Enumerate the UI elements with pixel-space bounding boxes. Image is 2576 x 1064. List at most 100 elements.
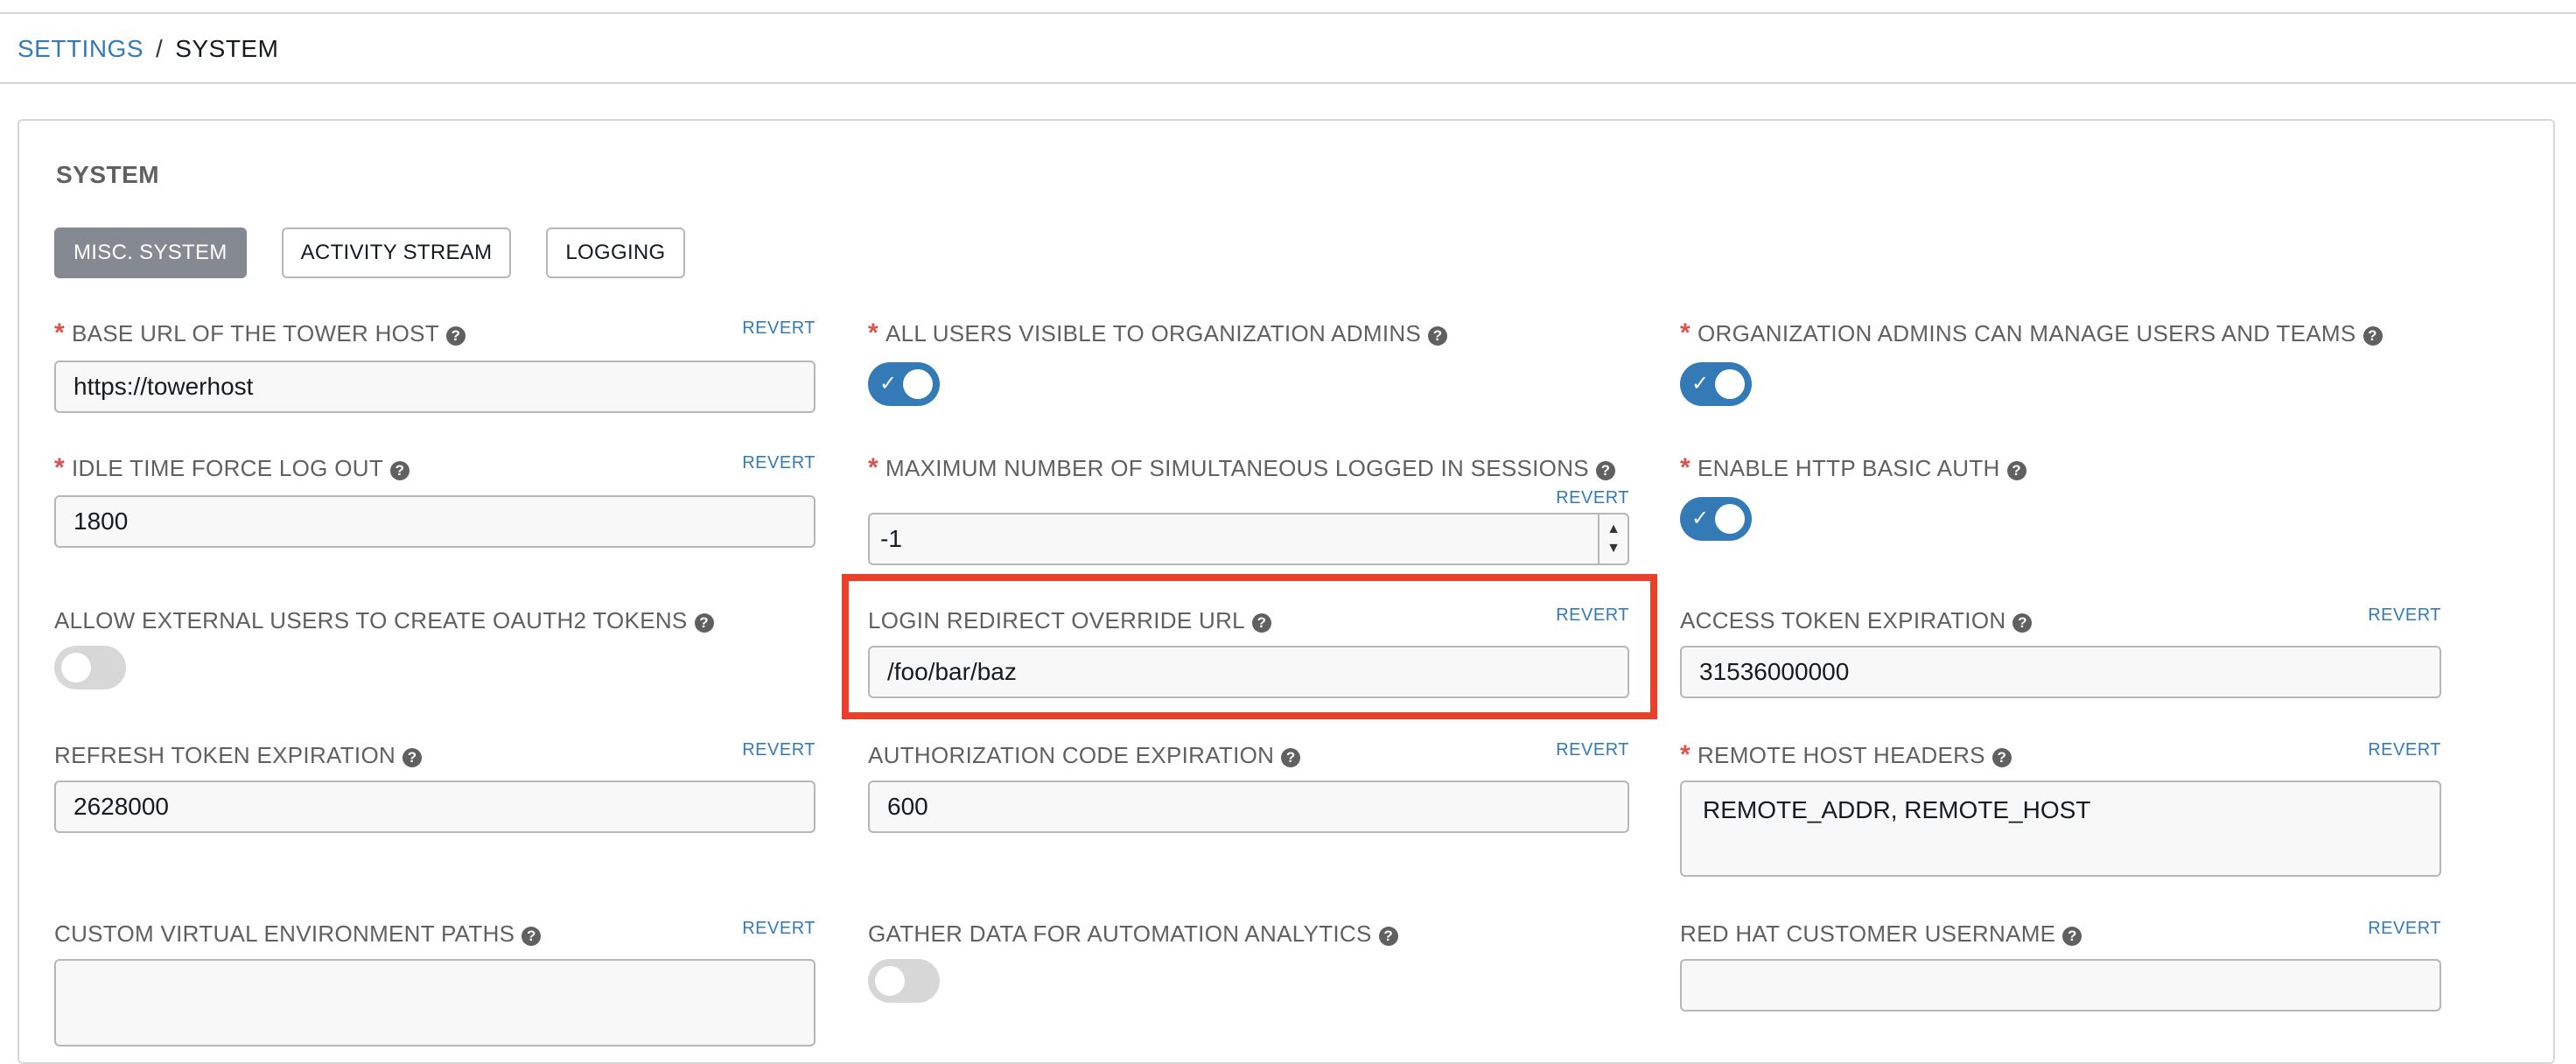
required-asterisk: * <box>1680 453 1690 482</box>
base-url-label: BASE URL OF THE TOWER HOST <box>71 320 440 346</box>
panel-title: SYSTEM <box>56 161 160 188</box>
field-label: * REMOTE HOST HEADERS? <box>1680 740 2012 770</box>
rh-username-field: RED HAT CUSTOMER USERNAME? REVERT <box>1680 919 2441 1015</box>
field-label: REFRESH TOKEN EXPIRATION? <box>54 740 423 770</box>
required-asterisk: * <box>1680 740 1690 769</box>
all-users-visible-field: * ALL USERS VISIBLE TO ORGANIZATION ADMIN… <box>868 318 1629 415</box>
spinner-up-icon[interactable]: ▲ <box>1606 520 1620 539</box>
auth-code-field: AUTHORIZATION CODE EXPIRATION? REVERT 60… <box>868 740 1629 836</box>
rh-username-revert[interactable]: REVERT <box>2368 919 2441 939</box>
org-admins-manage-field: * ORGANIZATION ADMINS CAN MANAGE USERS AN… <box>1680 318 2441 415</box>
help-icon[interactable]: ? <box>1281 748 1301 767</box>
access-token-field: ACCESS TOKEN EXPIRATION? REVERT 31536000… <box>1680 606 2441 702</box>
base-url-value: https://towerhost <box>74 373 254 400</box>
refresh-token-revert[interactable]: REVERT <box>742 740 816 760</box>
custom-venv-label: CUSTOM VIRTUAL ENVIRONMENT PATHS <box>54 920 515 947</box>
help-icon[interactable]: ? <box>1595 461 1615 480</box>
number-spinner[interactable]: ▲ ▼ <box>1598 514 1628 564</box>
field-label: * ALL USERS VISIBLE TO ORGANIZATION ADMIN… <box>868 318 1448 348</box>
idle-timeout-label: IDLE TIME FORCE LOG OUT <box>71 455 384 481</box>
allow-oauth2-label: ALLOW EXTERNAL USERS TO CREATE OAUTH2 TO… <box>54 607 688 634</box>
auth-code-label: AUTHORIZATION CODE EXPIRATION <box>868 742 1275 768</box>
required-asterisk: * <box>868 318 878 347</box>
required-asterisk: * <box>1680 318 1690 347</box>
gather-analytics-field: GATHER DATA FOR AUTOMATION ANALYTICS? <box>868 919 1629 1015</box>
base-url-field: * BASE URL OF THE TOWER HOST? REVERT http… <box>54 318 816 415</box>
idle-timeout-value: 1800 <box>74 508 129 535</box>
auth-code-revert[interactable]: REVERT <box>1556 740 1629 760</box>
check-icon: ✓ <box>1691 372 1710 396</box>
breadcrumb-separator: / <box>156 35 164 62</box>
remote-host-headers-revert[interactable]: REVERT <box>2368 740 2441 760</box>
help-icon[interactable]: ? <box>2012 613 2033 633</box>
max-sessions-value: -1 <box>880 525 902 552</box>
field-label: CUSTOM VIRTUAL ENVIRONMENT PATHS? <box>54 919 542 948</box>
all-users-visible-label: ALL USERS VISIBLE TO ORGANIZATION ADMINS <box>885 320 1422 346</box>
remote-host-headers-textarea[interactable]: REMOTE_ADDR, REMOTE_HOST <box>1680 780 2441 877</box>
help-icon[interactable]: ? <box>694 613 714 633</box>
breadcrumb: SETTINGS / SYSTEM <box>18 32 278 66</box>
help-icon[interactable]: ? <box>2062 927 2082 946</box>
tab-logging[interactable]: LOGGING <box>546 228 685 278</box>
top-divider <box>0 12 2576 14</box>
help-icon[interactable]: ? <box>522 927 542 946</box>
custom-venv-textarea[interactable] <box>54 959 816 1046</box>
field-label: GATHER DATA FOR AUTOMATION ANALYTICS? <box>868 919 1398 948</box>
field-label: * MAXIMUM NUMBER OF SIMULTANEOUS LOGGED I… <box>868 453 1615 483</box>
access-token-label: ACCESS TOKEN EXPIRATION <box>1680 607 2006 634</box>
remote-host-headers-value: REMOTE_ADDR, REMOTE_HOST <box>1703 796 2091 823</box>
breadcrumb-current: SYSTEM <box>175 35 279 62</box>
remote-host-headers-label: REMOTE HOST HEADERS <box>1697 742 1985 768</box>
required-asterisk: * <box>54 453 65 482</box>
field-label: RED HAT CUSTOMER USERNAME? <box>1680 919 2082 948</box>
max-sessions-label: MAXIMUM NUMBER OF SIMULTANEOUS LOGGED IN… <box>885 455 1589 481</box>
org-admins-manage-toggle[interactable]: ✓ <box>1680 362 1752 406</box>
check-icon: ✓ <box>879 372 898 396</box>
max-sessions-revert[interactable]: REVERT <box>1556 488 1629 508</box>
required-asterisk: * <box>54 318 65 347</box>
refresh-token-label: REFRESH TOKEN EXPIRATION <box>54 742 396 768</box>
auth-code-value: 600 <box>887 793 928 820</box>
highlight-box <box>842 574 1657 719</box>
help-icon[interactable]: ? <box>2006 461 2026 480</box>
toggle-knob <box>875 966 905 996</box>
field-label: ACCESS TOKEN EXPIRATION? <box>1680 606 2033 635</box>
help-icon[interactable]: ? <box>1428 326 1448 346</box>
help-icon[interactable]: ? <box>1992 748 2012 767</box>
check-icon: ✓ <box>1691 507 1710 530</box>
allow-oauth2-field: ALLOW EXTERNAL USERS TO CREATE OAUTH2 TO… <box>54 606 816 702</box>
toggle-knob <box>1715 504 1745 534</box>
gather-analytics-toggle[interactable] <box>868 959 940 1003</box>
help-icon[interactable]: ? <box>446 326 466 346</box>
idle-timeout-field: * IDLE TIME FORCE LOG OUT? REVERT 1800 <box>54 453 816 550</box>
custom-venv-revert[interactable]: REVERT <box>742 919 816 939</box>
tab-activity-stream[interactable]: ACTIVITY STREAM <box>281 228 512 278</box>
help-icon[interactable]: ? <box>402 748 423 767</box>
base-url-revert[interactable]: REVERT <box>742 318 816 339</box>
custom-venv-field: CUSTOM VIRTUAL ENVIRONMENT PATHS? REVERT <box>54 919 816 1046</box>
header-divider <box>0 82 2576 84</box>
idle-timeout-input[interactable]: 1800 <box>54 495 816 548</box>
spinner-down-icon[interactable]: ▼ <box>1606 539 1620 558</box>
idle-timeout-revert[interactable]: REVERT <box>742 453 816 473</box>
help-icon[interactable]: ? <box>2362 326 2383 346</box>
all-users-visible-toggle[interactable]: ✓ <box>868 362 940 406</box>
access-token-revert[interactable]: REVERT <box>2368 606 2441 626</box>
http-basic-auth-toggle[interactable]: ✓ <box>1680 497 1752 541</box>
help-icon[interactable]: ? <box>1378 927 1398 946</box>
tab-misc-system[interactable]: MISC. SYSTEM <box>54 228 247 278</box>
allow-oauth2-toggle[interactable] <box>54 646 126 690</box>
access-token-input[interactable]: 31536000000 <box>1680 646 2441 698</box>
base-url-input[interactable]: https://towerhost <box>54 360 816 413</box>
required-asterisk: * <box>868 453 878 482</box>
max-sessions-input[interactable]: -1 ▲ ▼ <box>868 513 1629 565</box>
rh-username-input[interactable] <box>1680 959 2441 1012</box>
field-label: AUTHORIZATION CODE EXPIRATION? <box>868 740 1301 770</box>
access-token-value: 31536000000 <box>1699 658 1850 685</box>
auth-code-input[interactable]: 600 <box>868 780 1629 833</box>
field-label: * IDLE TIME FORCE LOG OUT? <box>54 453 410 483</box>
breadcrumb-settings-link[interactable]: SETTINGS <box>18 35 144 62</box>
help-icon[interactable]: ? <box>390 461 410 480</box>
refresh-token-input[interactable]: 2628000 <box>54 780 816 833</box>
refresh-token-value: 2628000 <box>74 793 170 820</box>
